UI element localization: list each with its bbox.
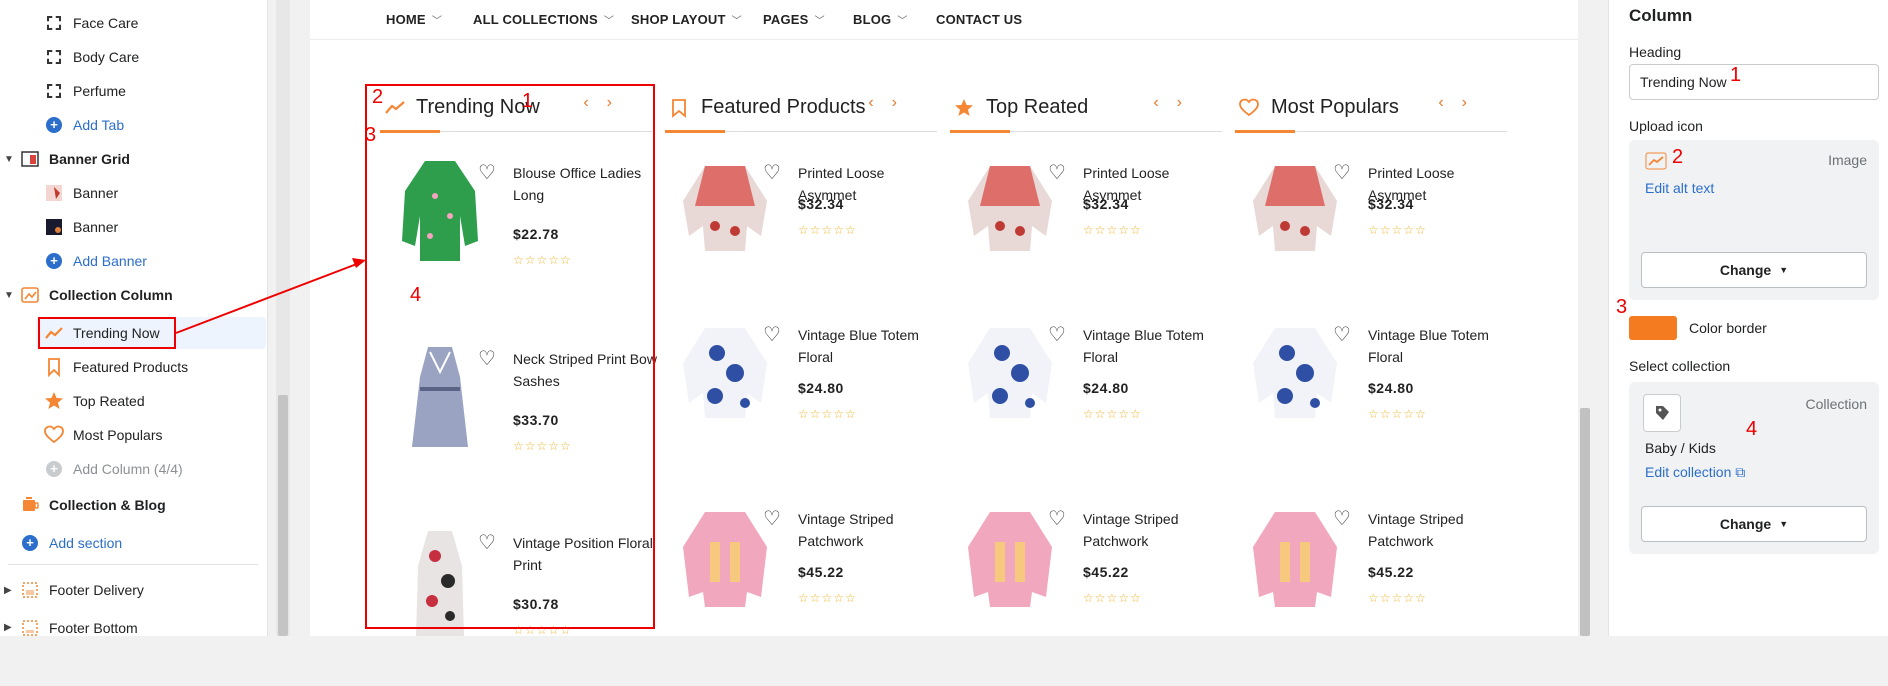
annotation-number: 2 xyxy=(372,86,384,108)
annotation-number: 4 xyxy=(1746,418,1758,440)
annotation-arrow xyxy=(175,258,366,334)
annotation-number: 3 xyxy=(1616,296,1628,318)
annotation-box-preview xyxy=(365,84,655,629)
annotation-number: 1 xyxy=(1730,64,1742,86)
annotation-number: 4 xyxy=(410,284,422,306)
annotation-number: 2 xyxy=(1672,146,1684,168)
annotation-number: 3 xyxy=(365,124,377,146)
annotation-number: 1 xyxy=(522,90,534,112)
